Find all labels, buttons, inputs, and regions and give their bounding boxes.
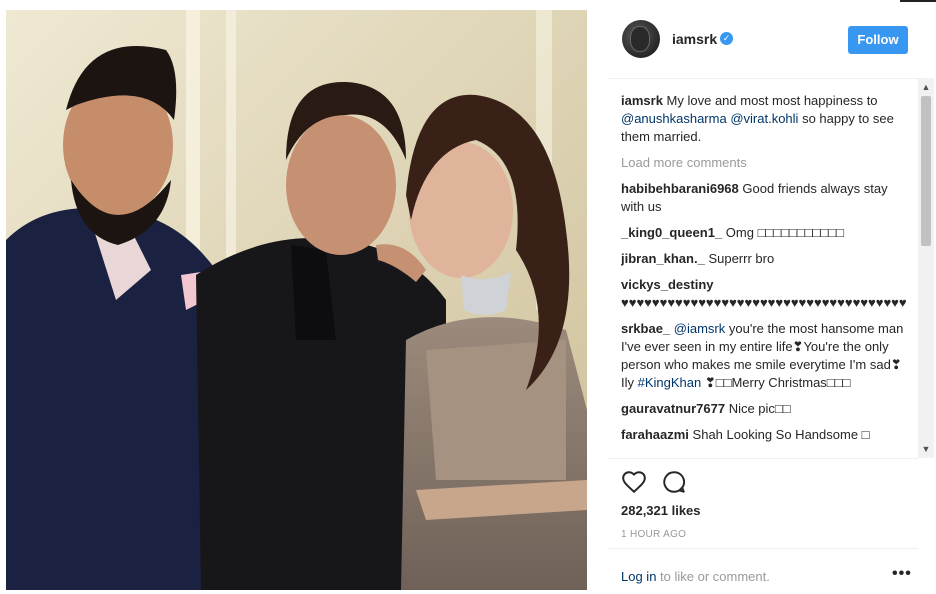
load-more-comments[interactable]: Load more comments: [621, 154, 906, 172]
more-options-icon[interactable]: •••: [892, 565, 912, 583]
caption-username[interactable]: iamsrk: [621, 93, 663, 108]
comment-text-after: ❣□□Merry Christmas□□□: [704, 375, 851, 390]
comment-item: srkbae_ @iamsrk you're the most hansome …: [621, 320, 906, 392]
login-suffix: to like or comment.: [660, 569, 770, 584]
comment-username[interactable]: _king0_queen1_: [621, 225, 722, 240]
comment-text: Nice pic□□: [728, 401, 791, 416]
scroll-up-arrow-icon[interactable]: ▲: [918, 80, 934, 94]
comment-item: vickys_destiny ♥♥♥♥♥♥♥♥♥♥♥♥♥♥♥♥♥♥♥♥♥♥♥♥♥…: [621, 276, 906, 312]
login-prompt: Log in to like or comment.: [621, 569, 770, 584]
comment-item: jibran_khan._ Superrr bro: [621, 250, 906, 268]
caption-text-1: My love and most most happiness to: [666, 93, 878, 108]
comment-mention[interactable]: @iamsrk: [674, 321, 725, 336]
avatar[interactable]: [622, 20, 660, 58]
comment-item: farahaazmi Shah Looking So Handsome □: [621, 426, 906, 444]
avatar-face: [630, 26, 650, 52]
caption-mention-1[interactable]: @anushkasharma: [621, 111, 727, 126]
comment-username[interactable]: farahaazmi: [621, 427, 689, 442]
comment-text: Superrr bro: [708, 251, 775, 266]
verified-badge-icon: ✓: [720, 32, 733, 45]
top-edge-divider: [900, 0, 936, 2]
likes-count[interactable]: 282,321 likes: [621, 503, 701, 518]
comment-text: Omg □□□□□□□□□□□: [725, 225, 844, 240]
comment-text: Shah Looking So Handsome □: [692, 427, 870, 442]
comment-icon[interactable]: [661, 469, 687, 495]
post-photo[interactable]: [6, 10, 587, 590]
comment-username[interactable]: srkbae_: [621, 321, 670, 336]
post-sidebar: iamsrk ✓ Follow iamsrk My love and most …: [608, 0, 936, 592]
comment-hashtag[interactable]: #KingKhan: [638, 375, 702, 390]
caption: iamsrk My love and most most happiness t…: [621, 92, 906, 146]
post-timestamp[interactable]: 1 HOUR AGO: [621, 529, 686, 540]
photo-illustration: [6, 10, 587, 590]
comment-username[interactable]: habibehbarani6968: [621, 181, 739, 196]
comments-scrollbar[interactable]: ▲ ▼: [918, 78, 934, 458]
username[interactable]: iamsrk: [672, 31, 717, 47]
comment-text: ♥♥♥♥♥♥♥♥♥♥♥♥♥♥♥♥♥♥♥♥♥♥♥♥♥♥♥♥♥♥♥♥♥♥♥♥♥♥♥♥…: [621, 295, 906, 310]
follow-button[interactable]: Follow: [848, 26, 908, 54]
comments-list: iamsrk My love and most most happiness t…: [621, 92, 906, 457]
comment-username[interactable]: vickys_destiny: [621, 277, 714, 292]
scroll-down-arrow-icon[interactable]: ▼: [918, 442, 934, 456]
comment-username[interactable]: jibran_khan._: [621, 251, 705, 266]
scroll-thumb[interactable]: [921, 96, 931, 246]
caption-mention-2[interactable]: @virat.kohli: [730, 111, 798, 126]
comment-item: gauravatnur7677 Nice pic□□: [621, 400, 906, 418]
heart-icon[interactable]: [621, 469, 647, 495]
comment-item: habibehbarani6968 Good friends always st…: [621, 180, 906, 216]
login-link[interactable]: Log in: [621, 569, 656, 584]
comment-username[interactable]: gauravatnur7677: [621, 401, 725, 416]
post-header: iamsrk ✓ Follow: [608, 0, 918, 79]
comment-item: _king0_queen1_ Omg □□□□□□□□□□□: [621, 224, 906, 242]
post-actions: 282,321 likes 1 HOUR AGO Log in to like …: [608, 458, 918, 593]
login-row: Log in to like or comment. •••: [608, 548, 918, 594]
